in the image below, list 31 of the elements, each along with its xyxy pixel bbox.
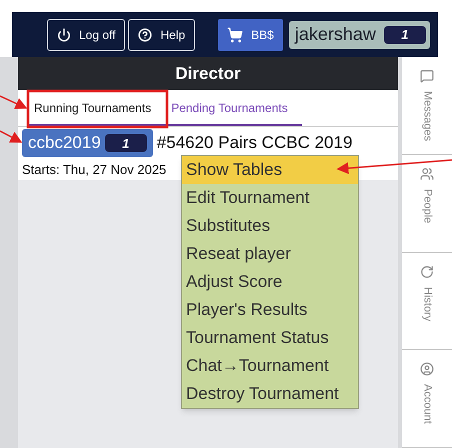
tournament-tag[interactable]: ccbc2019 1 (22, 129, 153, 157)
power-icon (57, 28, 71, 42)
help-icon (138, 28, 152, 42)
ticket-badge: 1 (384, 26, 426, 44)
menu-item[interactable]: Reseat player (182, 240, 358, 268)
store-button[interactable]: BB$ (218, 18, 283, 50)
annotation-arrow (0, 130, 22, 143)
menu-item[interactable]: Show Tables (182, 156, 358, 184)
menu-item[interactable]: Adjust Score (182, 268, 358, 296)
tournament-title: #54620 Pairs CCBC 2019 (156, 132, 352, 154)
annotation-arrow (0, 95, 28, 110)
account-icon (420, 362, 434, 376)
user-badge[interactable]: jakershaw 1 (288, 20, 430, 48)
menu-item[interactable]: Substitutes (182, 212, 358, 240)
history-icon (420, 264, 434, 278)
menu-item[interactable]: Destroy Tournament (182, 380, 358, 408)
tab[interactable]: Running Tournaments (28, 91, 158, 126)
menu-item[interactable]: Chat→Tournament (182, 352, 358, 380)
start-date: Starts: Thu, 27 Nov 2025 (22, 161, 166, 179)
tag-label: ccbc2019 (28, 132, 101, 154)
cart-icon (227, 26, 244, 42)
menu-item[interactable]: Tournament Status (182, 324, 358, 352)
ticket-badge: 1 (104, 134, 147, 152)
chat-icon (420, 69, 434, 83)
log-off-button[interactable]: Log off (47, 18, 126, 50)
panel-title: Director (18, 57, 398, 90)
menu-item[interactable]: Player's Results (182, 296, 358, 324)
help-button[interactable]: Help (128, 18, 196, 50)
menu-item[interactable]: Edit Tournament (182, 184, 358, 212)
people-icon (420, 166, 434, 181)
username: jakershaw (294, 23, 376, 46)
